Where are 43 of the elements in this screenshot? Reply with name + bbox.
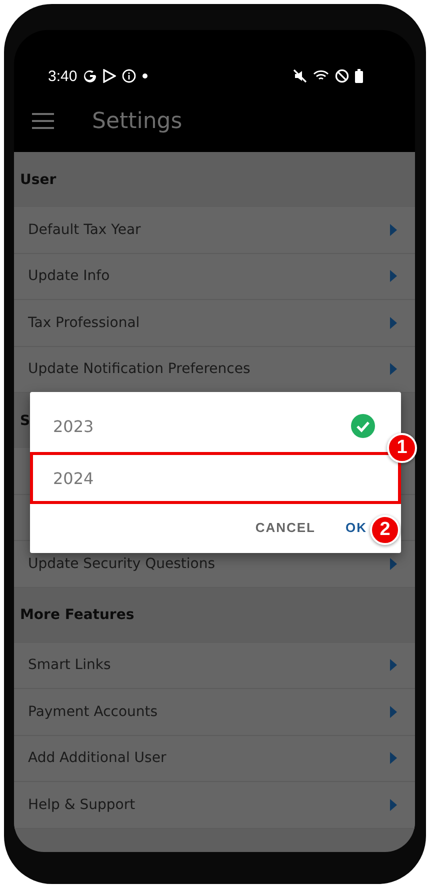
settings-row[interactable]: Smart Links [14, 642, 415, 689]
row-label: Update Notification Preferences [28, 361, 250, 378]
settings-row[interactable]: Update Notification Preferences [14, 346, 415, 393]
row-label: Update Security Questions [28, 556, 216, 572]
chevron-right-icon [390, 706, 397, 718]
battery-icon [355, 69, 363, 83]
section-title: User [20, 172, 56, 188]
row-label: Smart Links [28, 657, 111, 674]
dot-icon [142, 73, 148, 79]
chevron-right-icon [390, 316, 397, 329]
chevron-right-icon [390, 659, 397, 672]
row-label: Tax Professional [28, 314, 140, 331]
row-label: Add Additional User [28, 750, 166, 766]
status-time: 3:40 [48, 68, 78, 84]
row-label: Update Info [28, 268, 110, 284]
settings-row[interactable]: Update Info [14, 254, 415, 300]
settings-row[interactable]: Default Tax Year [14, 207, 415, 254]
settings-row[interactable]: Add Additional User [14, 736, 415, 782]
menu-icon[interactable] [32, 113, 54, 129]
chevron-right-icon [390, 363, 397, 376]
section-title: S [20, 412, 30, 428]
chevron-right-icon [390, 270, 397, 282]
chevron-right-icon [390, 752, 397, 764]
row-label: Help & Support [28, 796, 136, 813]
ok-button[interactable]: OK [340, 514, 373, 541]
chevron-right-icon [390, 558, 397, 570]
do-not-disturb-icon [335, 69, 349, 83]
row-label: Default Tax Year [28, 222, 141, 238]
settings-row[interactable]: Payment Accounts [14, 689, 415, 736]
settings-row[interactable]: Help & Support [14, 782, 415, 828]
screen-title: Settings [92, 108, 182, 134]
highlighted-option[interactable]: 2024 [30, 452, 401, 504]
cancel-button[interactable]: CANCEL [249, 514, 322, 541]
play-triangle-icon [103, 69, 116, 83]
settings-row[interactable]: Tax Professional [14, 300, 415, 346]
google-g-icon [83, 69, 98, 83]
row-label: Payment Accounts [28, 704, 158, 720]
chevron-right-icon [390, 224, 397, 236]
info-icon [122, 69, 136, 83]
mute-icon [293, 69, 307, 83]
section-title: More Features [20, 607, 134, 623]
check-circle-icon [351, 414, 375, 438]
chevron-right-icon [390, 798, 397, 811]
